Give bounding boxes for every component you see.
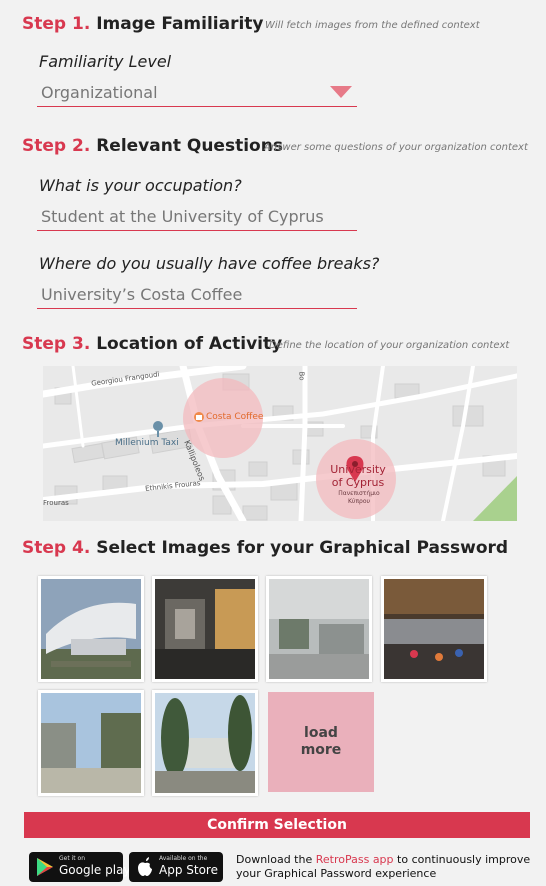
retropass-app-link[interactable]: RetroPass app	[316, 853, 394, 866]
familiarity-underline	[37, 106, 357, 107]
app-store-small: Available on the	[159, 855, 208, 862]
coffee-value: University’s Costa Coffee	[41, 285, 243, 304]
image-thumb-4[interactable]	[381, 576, 487, 682]
familiarity-level-select[interactable]: Organizational	[37, 80, 357, 108]
trees-building-photo	[155, 693, 255, 793]
map-place-university[interactable]: University of Cyprus	[330, 463, 386, 489]
chevron-down-icon[interactable]	[330, 86, 352, 98]
map-place-taxi[interactable]: Millenium Taxi	[115, 438, 179, 448]
step1-number: Step 1.	[22, 14, 91, 34]
occupation-underline	[37, 230, 357, 231]
step1-title: Step 1. Image Familiarity	[22, 14, 264, 34]
step3-heading: Location of Activity	[96, 334, 283, 354]
app-store-big: App Store	[159, 863, 218, 877]
occupation-question: What is your occupation?	[39, 176, 242, 195]
step2-number: Step 2.	[22, 136, 91, 156]
coffee-underline	[37, 308, 357, 309]
occupation-value: Student at the University of Cyprus	[41, 207, 324, 226]
step2-title: Step 2. Relevant Questions	[22, 136, 283, 156]
image-thumb-5[interactable]	[38, 690, 144, 796]
map-place-costa[interactable]: Costa Coffee	[206, 412, 263, 422]
corridor-photo	[155, 579, 255, 679]
familiarity-level-value: Organizational	[41, 83, 158, 102]
cafeteria-photo	[384, 579, 484, 679]
step3-hint: Define the location of your organization…	[269, 340, 510, 351]
image-thumb-3[interactable]	[266, 576, 372, 682]
image-thumb-1[interactable]	[38, 576, 144, 682]
coffee-question: Where do you usually have coffee breaks?	[39, 254, 380, 273]
courtyard-photo	[41, 693, 141, 793]
download-message: Download the RetroPass app to continuous…	[236, 853, 536, 881]
google-play-badge[interactable]: Get it on Google play	[29, 852, 131, 882]
stairs-photo	[269, 579, 369, 679]
building-photo-1	[41, 579, 141, 679]
coffee-field[interactable]: University’s Costa Coffee	[37, 282, 357, 310]
confirm-selection-button[interactable]: Confirm Selection	[24, 812, 530, 838]
image-thumb-2[interactable]	[152, 576, 258, 682]
step3-number: Step 3.	[22, 334, 91, 354]
step3-title: Step 3. Location of Activity	[22, 334, 282, 354]
location-map[interactable]: Georgiou Frangoudi Kallipoleos Ethnikis …	[43, 366, 517, 521]
step2-heading: Relevant Questions	[96, 136, 283, 156]
map-place-university-greek-1: Πανεπιστήμιο	[338, 490, 380, 497]
google-play-icon	[37, 858, 53, 876]
step4-number: Step 4.	[22, 538, 91, 558]
map-place-university-greek-2: Κύπρου	[348, 498, 370, 505]
step4-heading: Select Images for your Graphical Passwor…	[96, 538, 509, 558]
google-play-small: Get it on	[59, 855, 86, 862]
download-text-pre: Download the	[236, 853, 316, 866]
load-more-button[interactable]: load more	[268, 692, 374, 792]
step1-hint: Will fetch images from the defined conte…	[265, 20, 480, 31]
map-street-bo: Bo	[297, 371, 306, 381]
app-store-badge[interactable]: Available on the App Store	[129, 852, 223, 882]
occupation-field[interactable]: Student at the University of Cyprus	[37, 204, 357, 232]
apple-icon	[138, 857, 152, 876]
step2-hint: Answer some questions of your organizati…	[264, 142, 528, 153]
familiarity-level-label: Familiarity Level	[39, 52, 172, 71]
step1-heading: Image Familiarity	[96, 14, 264, 34]
step4-title: Step 4. Select Images for your Graphical…	[22, 538, 508, 558]
image-thumb-6[interactable]	[152, 690, 258, 796]
map-street-frouras: Frouras	[43, 499, 69, 507]
google-play-big: Google play	[59, 863, 131, 877]
